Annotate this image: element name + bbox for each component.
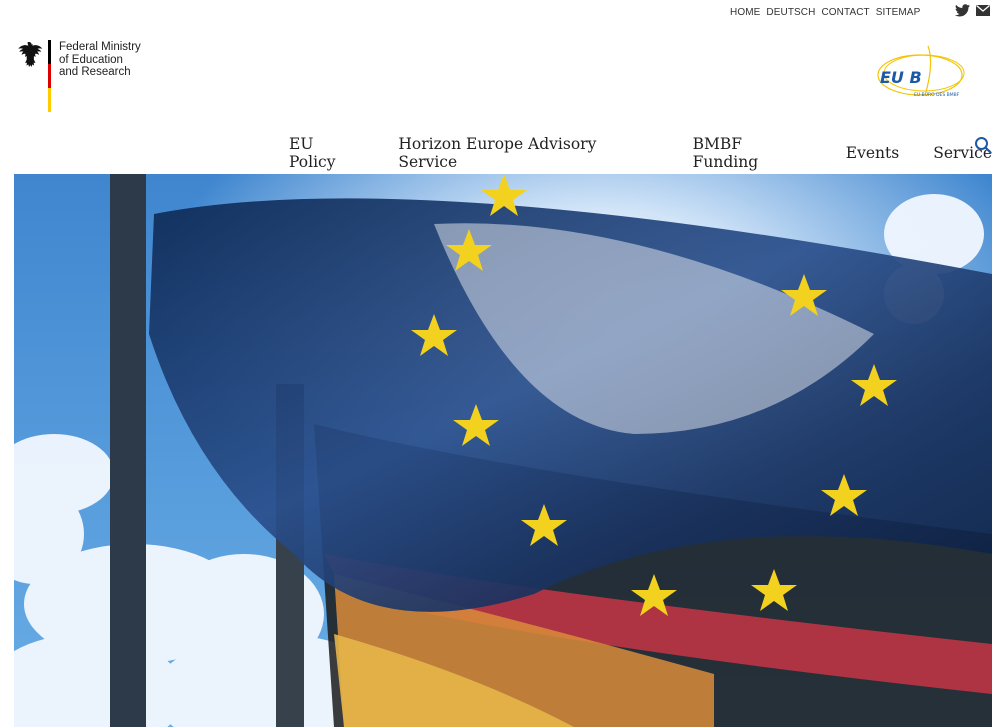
search-icon[interactable] (974, 136, 992, 158)
utility-link-sitemap[interactable]: SITEMAP (876, 7, 921, 18)
utility-link-home[interactable]: HOME (730, 7, 760, 18)
nav-item-eu-policy[interactable]: EU Policy (289, 135, 364, 171)
ministry-name: Federal Ministry of Education and Resear… (59, 41, 141, 112)
federal-eagle-icon (14, 40, 44, 70)
nav-item-events[interactable]: Events (846, 144, 899, 162)
german-flag-bar (48, 40, 51, 112)
eub-logo-subtext: EU-BÜRO DES BMBF (914, 91, 960, 98)
utility-link-deutsch[interactable]: DEUTSCH (766, 7, 815, 18)
ministry-line: and Research (59, 66, 131, 78)
utility-link-contact[interactable]: CONTACT (821, 7, 869, 18)
hero-image (14, 174, 992, 727)
nav-item-horizon-europe-advisory-service[interactable]: Horizon Europe Advisory Service (398, 135, 658, 171)
ministry-line: of Education (59, 53, 123, 66)
nav-item-bmbf-funding[interactable]: BMBF Funding (693, 135, 812, 171)
ministry-logo[interactable]: Federal Ministry of Education and Resear… (14, 40, 141, 112)
twitter-icon[interactable] (955, 4, 970, 17)
utility-nav: HOME DEUTSCH CONTACT SITEMAP (730, 7, 920, 18)
social-links (955, 4, 990, 17)
eub-logo[interactable]: EU B EU-BÜRO DES BMBF (868, 42, 972, 100)
ministry-line: Federal Ministry (59, 41, 141, 53)
eub-logo-text: EU B (880, 68, 922, 87)
mail-icon[interactable] (976, 5, 990, 16)
main-nav: EU Policy Horizon Europe Advisory Servic… (289, 135, 992, 171)
